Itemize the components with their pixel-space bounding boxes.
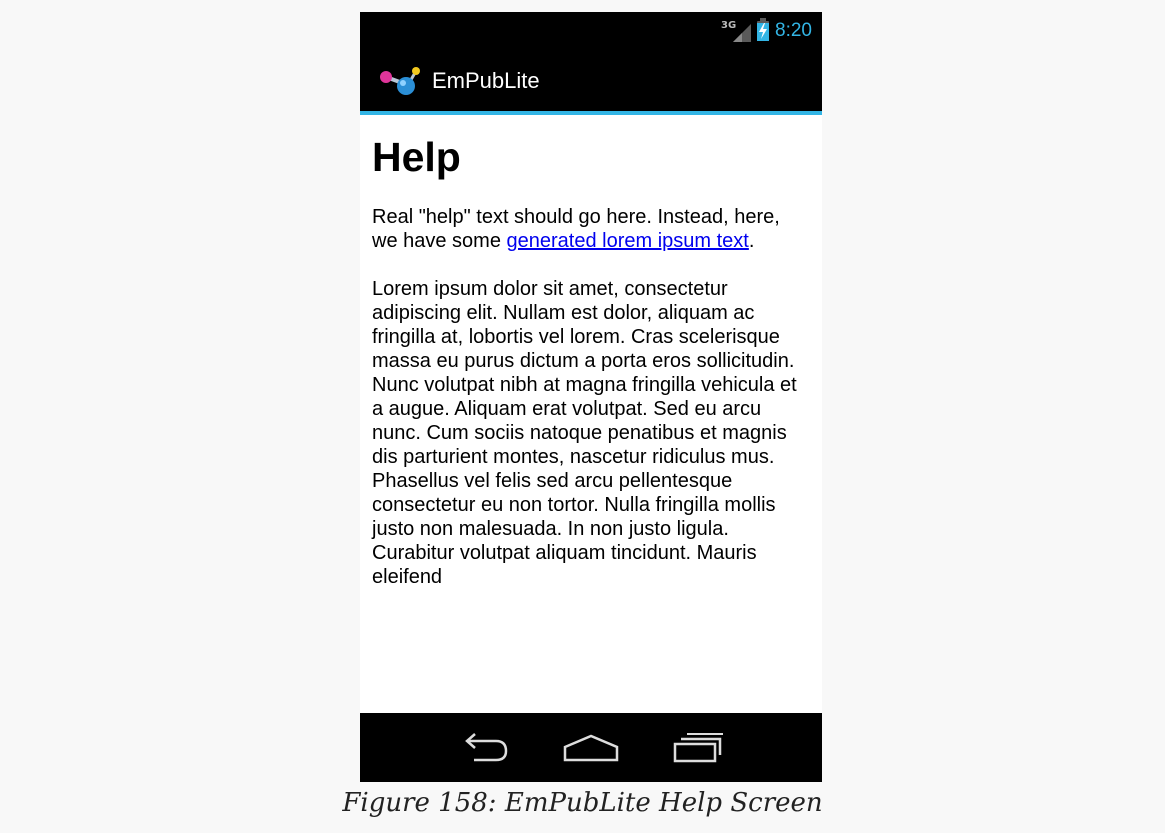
status-bar: 3G 8:20 — [360, 12, 822, 50]
help-content[interactable]: Help Real "help" text should go here. In… — [360, 119, 822, 713]
home-button[interactable] — [561, 728, 621, 768]
intro-text-end: . — [748, 230, 755, 252]
signal-icon: 3G — [721, 20, 752, 42]
body-paragraph: Lorem ipsum dolor sit amet, consectetur … — [372, 278, 797, 588]
app-logo-icon[interactable] — [378, 65, 422, 97]
page-title: Help — [372, 134, 461, 180]
action-bar: EmPubLite — [360, 50, 822, 115]
clock: 8:20 — [775, 20, 812, 41]
device-screen: 3G 8:20 EmPubLite Help Real "help" text … — [360, 12, 822, 782]
navigation-bar — [360, 713, 822, 782]
home-icon — [563, 734, 619, 761]
back-button[interactable] — [454, 728, 514, 768]
back-icon — [464, 732, 507, 761]
recent-apps-icon — [674, 732, 724, 762]
figure-caption: Figure 158: EmPubLite Help Screen — [342, 788, 823, 818]
recent-apps-button[interactable] — [668, 728, 728, 768]
lorem-ipsum-link[interactable]: generated lorem ipsum text — [507, 230, 749, 252]
intro-paragraph: Real "help" text should go here. Instead… — [372, 205, 810, 253]
battery-charging-icon — [757, 18, 770, 41]
app-title: EmPubLite — [432, 67, 540, 93]
